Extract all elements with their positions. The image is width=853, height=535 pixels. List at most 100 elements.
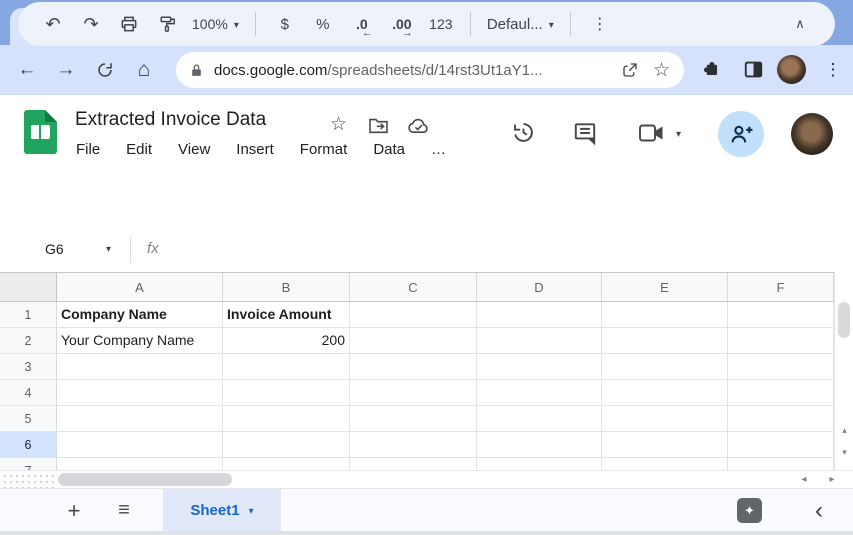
increase-decimal-button[interactable]: .00→ <box>382 16 422 32</box>
scroll-down-icon[interactable]: ▾ <box>835 447 853 458</box>
name-box[interactable]: G6 <box>45 241 64 257</box>
cell-B7[interactable] <box>223 458 350 470</box>
cell-D1[interactable] <box>477 302 602 328</box>
cell-F6[interactable] <box>728 432 834 458</box>
name-box-caret-icon[interactable]: ▾ <box>106 244 111 255</box>
extensions-puzzle-icon[interactable] <box>696 45 726 94</box>
cell-D2[interactable] <box>477 328 602 354</box>
cell-C6[interactable] <box>350 432 477 458</box>
cell-E7[interactable] <box>602 458 728 470</box>
menu-edit[interactable]: Edit <box>126 141 152 158</box>
scroll-up-icon[interactable]: ▴ <box>835 425 853 436</box>
print-icon[interactable] <box>110 14 148 34</box>
cell-B6[interactable] <box>223 432 350 458</box>
menu-insert[interactable]: Insert <box>236 141 274 158</box>
column-header-c[interactable]: C <box>350 273 477 302</box>
hide-menus-chevron-icon[interactable]: ∧ <box>781 16 819 32</box>
home-icon[interactable]: ⌂ <box>129 45 159 94</box>
toolbar-more-icon[interactable]: ⋮ <box>581 14 619 34</box>
select-all-corner[interactable] <box>0 273 57 302</box>
meet-camera-icon[interactable] <box>638 123 665 143</box>
meet-caret-icon[interactable]: ▾ <box>676 129 681 140</box>
column-header-a[interactable]: A <box>57 273 223 302</box>
row-header-1[interactable]: 1 <box>0 302 57 328</box>
cell-C4[interactable] <box>350 380 477 406</box>
gemini-sparkle-badge[interactable]: ✦ <box>737 498 762 523</box>
cell-E4[interactable] <box>602 380 728 406</box>
cell-A5[interactable] <box>57 406 223 432</box>
paint-format-icon[interactable] <box>148 14 186 34</box>
cell-A4[interactable] <box>57 380 223 406</box>
menu-view[interactable]: View <box>178 141 210 158</box>
row-header-3[interactable]: 3 <box>0 354 57 380</box>
collapse-panel-chevron-icon[interactable]: ‹ <box>805 489 833 532</box>
cell-A7[interactable] <box>57 458 223 470</box>
cell-D5[interactable] <box>477 406 602 432</box>
cell-E2[interactable] <box>602 328 728 354</box>
cell-D6[interactable] <box>477 432 602 458</box>
format-percent-button[interactable]: % <box>304 16 342 33</box>
cell-A1[interactable]: Company Name <box>57 302 223 328</box>
sheets-logo-icon[interactable] <box>24 110 57 154</box>
redo-icon[interactable]: ↷ <box>72 14 110 35</box>
share-button[interactable] <box>718 111 764 157</box>
cell-F3[interactable] <box>728 354 834 380</box>
row-header-2[interactable]: 2 <box>0 328 57 354</box>
reload-icon[interactable] <box>90 45 120 94</box>
cell-B4[interactable] <box>223 380 350 406</box>
cell-C5[interactable] <box>350 406 477 432</box>
row-header-7[interactable]: 7 <box>0 458 57 470</box>
sheet-tab-active[interactable]: Sheet1 ▾ <box>163 489 281 532</box>
row-header-5[interactable]: 5 <box>0 406 57 432</box>
cell-E1[interactable] <box>602 302 728 328</box>
cell-C3[interactable] <box>350 354 477 380</box>
move-to-folder-icon[interactable] <box>368 117 389 134</box>
cell-E3[interactable] <box>602 354 728 380</box>
menu-format[interactable]: Format <box>300 141 348 158</box>
cell-F5[interactable] <box>728 406 834 432</box>
side-panel-icon[interactable] <box>738 45 768 94</box>
zoom-control[interactable]: 100% ▾ <box>186 16 245 32</box>
add-sheet-button[interactable]: + <box>60 489 88 532</box>
cell-E6[interactable] <box>602 432 728 458</box>
cell-B1[interactable]: Invoice Amount <box>223 302 350 328</box>
font-select[interactable]: Defaul... ▾ <box>481 16 560 33</box>
row-header-6-selected[interactable]: 6 <box>0 432 57 458</box>
menu-file[interactable]: File <box>76 141 100 158</box>
browser-profile-avatar[interactable] <box>777 55 806 84</box>
all-sheets-menu-icon[interactable]: ≡ <box>110 489 138 532</box>
scroll-right-icon[interactable]: ▸ <box>820 471 844 489</box>
back-icon[interactable]: ← <box>12 45 42 94</box>
horizontal-scrollbar[interactable]: ◂ ▸ <box>0 470 853 488</box>
cell-C7[interactable] <box>350 458 477 470</box>
cell-F1[interactable] <box>728 302 834 328</box>
cell-B2[interactable]: 200 <box>223 328 350 354</box>
cell-D4[interactable] <box>477 380 602 406</box>
browser-menu-kebab-icon[interactable]: ⋮ <box>820 45 846 94</box>
cell-C2[interactable] <box>350 328 477 354</box>
column-header-f[interactable]: F <box>728 273 834 302</box>
share-page-icon[interactable] <box>621 61 639 79</box>
cell-B3[interactable] <box>223 354 350 380</box>
more-formats-button[interactable]: 123 <box>422 16 460 32</box>
vertical-scrollbar[interactable]: ▴ ▾ <box>834 272 853 470</box>
star-document-icon[interactable]: ☆ <box>330 115 347 134</box>
lock-icon[interactable] <box>190 63 203 78</box>
cell-F4[interactable] <box>728 380 834 406</box>
address-bar[interactable]: docs.google.com/spreadsheets/d/14rst3Ut1… <box>176 52 684 88</box>
cell-D7[interactable] <box>477 458 602 470</box>
cell-E5[interactable] <box>602 406 728 432</box>
cell-D3[interactable] <box>477 354 602 380</box>
scroll-left-icon[interactable]: ◂ <box>792 471 816 489</box>
column-header-d[interactable]: D <box>477 273 602 302</box>
menu-overflow[interactable]: … <box>431 141 446 158</box>
column-header-b[interactable]: B <box>223 273 350 302</box>
bookmark-star-icon[interactable]: ☆ <box>653 61 670 80</box>
comments-icon[interactable] <box>572 120 598 146</box>
cell-A6[interactable] <box>57 432 223 458</box>
row-header-4[interactable]: 4 <box>0 380 57 406</box>
menu-data[interactable]: Data <box>373 141 405 158</box>
horizontal-scrollbar-thumb[interactable] <box>58 473 232 486</box>
vertical-scrollbar-thumb[interactable] <box>838 302 850 338</box>
cell-C1[interactable] <box>350 302 477 328</box>
